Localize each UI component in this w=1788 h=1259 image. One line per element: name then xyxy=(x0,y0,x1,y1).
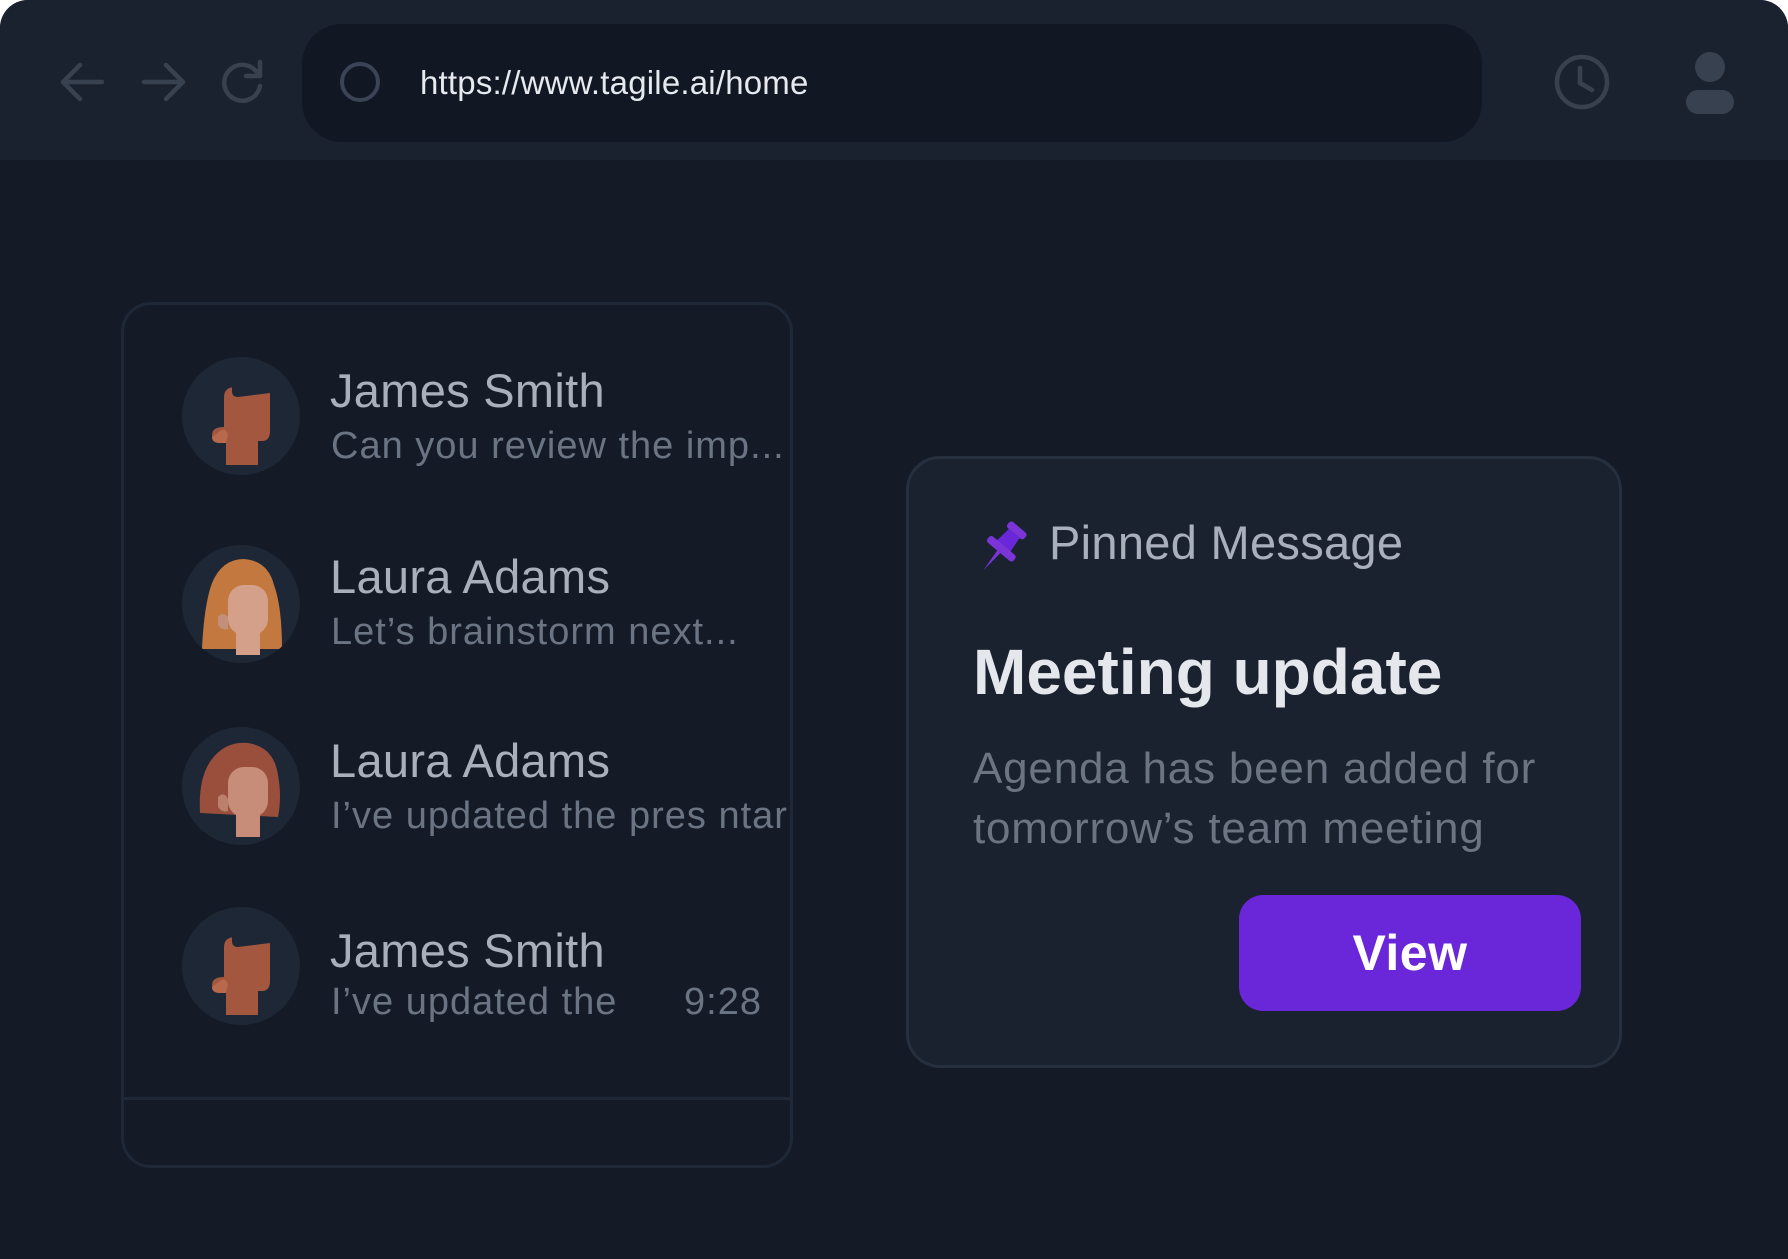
chat-sender-name: James Smith xyxy=(330,924,605,977)
chat-message-preview: I’ve updated the xyxy=(331,981,618,1023)
chat-message-preview: Let’s brainstorm next... xyxy=(331,611,739,653)
pinned-message-body: Agenda has been added for tomorrow’s tea… xyxy=(973,744,1537,853)
history-clock-icon[interactable] xyxy=(1552,52,1612,112)
chat-list-divider xyxy=(124,1097,790,1100)
pinned-message-card: Pinned Message Meeting update Agenda has… xyxy=(906,456,1622,1068)
pinned-message-title: Meeting update xyxy=(973,636,1443,708)
profile-icon[interactable] xyxy=(1680,50,1740,118)
site-info-icon[interactable] xyxy=(340,62,380,102)
pin-icon xyxy=(971,517,1033,579)
chat-sender-name: Laura Adams xyxy=(330,734,611,787)
forward-arrow-icon[interactable] xyxy=(136,54,192,110)
male-avatar xyxy=(182,907,300,1025)
browser-window: https://www.tagile.ai/home James Smith C… xyxy=(0,0,1788,1259)
back-arrow-icon[interactable] xyxy=(54,54,110,110)
male-avatar xyxy=(182,357,300,475)
chat-list-item[interactable]: James Smith Can you review the imp... xyxy=(124,357,790,497)
view-button[interactable]: View xyxy=(1239,895,1581,1011)
address-bar[interactable]: https://www.tagile.ai/home xyxy=(302,24,1482,142)
pinned-message-label: Pinned Message xyxy=(1049,516,1404,569)
chat-sender-name: James Smith xyxy=(330,364,605,417)
chat-list-panel: James Smith Can you review the imp... La… xyxy=(121,302,793,1168)
female-avatar-light xyxy=(182,545,300,663)
female-avatar-dark xyxy=(182,727,300,845)
chat-sender-name: Laura Adams xyxy=(330,550,611,603)
reload-icon[interactable] xyxy=(214,54,270,110)
chat-list-item[interactable]: Laura Adams I’ve updated the pres ntar xyxy=(124,727,790,867)
browser-toolbar: https://www.tagile.ai/home xyxy=(0,0,1788,160)
chat-message-preview: Can you review the imp... xyxy=(331,425,785,467)
url-text[interactable]: https://www.tagile.ai/home xyxy=(420,24,809,142)
chat-timestamp: 9:28 xyxy=(684,981,762,1023)
chat-list-item[interactable]: James Smith I’ve updated the 9:28 xyxy=(124,907,790,1047)
chat-list-item[interactable]: Laura Adams Let’s brainstorm next... xyxy=(124,545,790,685)
chat-message-preview: I’ve updated the pres ntar xyxy=(331,795,788,837)
